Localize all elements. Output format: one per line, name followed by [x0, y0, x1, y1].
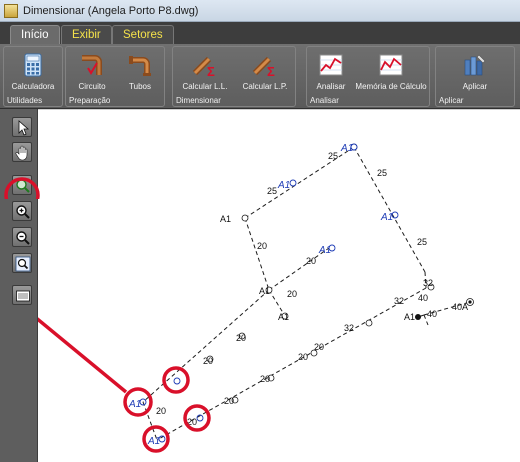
- circuito-button[interactable]: Circuito: [70, 52, 114, 91]
- group-dimensionar: Σ Calcular L.L. Σ Calcular L.P. Dimensio…: [172, 46, 296, 107]
- app-icon: [4, 3, 18, 18]
- dim-label: 20: [287, 289, 297, 299]
- node-label: A1: [404, 312, 415, 322]
- ribbon-tab-bar: Início Exibir Setores: [0, 22, 520, 44]
- outlet-label: A1: [128, 399, 141, 410]
- dim-label: 32: [344, 323, 354, 333]
- zoom-window-icon: [15, 256, 31, 272]
- node-label: A1: [220, 214, 231, 224]
- calcular-lp-button[interactable]: Σ Calcular L.P.: [237, 52, 293, 91]
- group-analisar: Analisar Memória de Cálculo Analisar: [306, 46, 430, 107]
- tab-exibir[interactable]: Exibir: [61, 25, 112, 44]
- ribbon: Calculadora Utilidades Circuito Tubos Pr…: [0, 44, 520, 109]
- junction-node: [415, 314, 421, 320]
- pipe-network-drawing: 25 25 25 25 20 20 20 20 20 20 20 20 20 2…: [38, 143, 474, 453]
- tab-setores[interactable]: Setores: [112, 25, 174, 44]
- dim-label: 40A: [452, 302, 468, 312]
- dim-label: 20: [260, 374, 270, 384]
- sidebar-highlight: [4, 177, 40, 199]
- calculadora-label: Calculadora: [11, 82, 55, 91]
- sum-pipe-icon: Σ: [192, 56, 215, 78]
- aplicar-button[interactable]: Aplicar: [444, 52, 506, 91]
- fitting-node: [241, 214, 249, 222]
- dim-label: 20: [306, 256, 316, 266]
- outlet-tool-button[interactable]: [12, 285, 32, 305]
- svg-text:Σ: Σ: [207, 64, 215, 78]
- outlet-label: A1: [380, 212, 393, 223]
- memoria-calculo-button[interactable]: Memória de Cálculo: [355, 52, 427, 91]
- junction-node: [468, 300, 472, 304]
- title-bar: Dimensionar (Angela Porto P8.dwg): [0, 0, 520, 22]
- tubos-label: Tubos: [129, 82, 151, 91]
- calcular-ll-button[interactable]: Σ Calcular L.L.: [177, 52, 233, 91]
- dim-label: 32: [394, 296, 404, 306]
- group-label-dimensionar: Dimensionar: [176, 96, 221, 105]
- dim-label: 20: [314, 342, 324, 352]
- zoom-in-button[interactable]: [12, 201, 32, 221]
- analisar-label: Analisar: [316, 82, 346, 91]
- sum-pipe-icon: Σ: [252, 56, 275, 78]
- pipe-segment: [142, 289, 270, 403]
- group-label-aplicar: Aplicar: [439, 96, 464, 105]
- dim-label: 20: [298, 352, 308, 362]
- outlet-symbol: [289, 179, 297, 187]
- group-aplicar: Aplicar Aplicar: [435, 46, 515, 107]
- analisar-button[interactable]: Analisar: [311, 52, 351, 91]
- outlet-label: A1: [147, 436, 160, 447]
- apply-books-icon: [464, 54, 486, 76]
- highlight-pointer: [38, 317, 128, 394]
- drawing-canvas[interactable]: 25 25 25 25 20 20 20 20 20 20 20 20 20 2…: [38, 109, 520, 462]
- memoria-calculo-label: Memória de Cálculo: [355, 82, 427, 91]
- calculadora-button[interactable]: Calculadora: [4, 52, 62, 91]
- group-label-analisar: Analisar: [310, 96, 339, 105]
- calcular-ll-label: Calcular L.L.: [182, 82, 228, 91]
- tab-inicio[interactable]: Início: [10, 25, 60, 44]
- calculator-icon: [24, 53, 42, 77]
- zoom-window-button[interactable]: [12, 253, 32, 273]
- dim-label: 25: [328, 151, 338, 161]
- dim-label: 40: [418, 293, 428, 303]
- tubos-button[interactable]: Tubos: [118, 52, 162, 91]
- svg-text:Σ: Σ: [267, 64, 275, 78]
- group-utilidades: Calculadora Utilidades: [3, 46, 63, 107]
- dim-label: 32: [423, 278, 433, 288]
- node-label: A1: [278, 312, 289, 322]
- outlet-label: A1: [277, 180, 290, 191]
- dim-label: 40: [427, 309, 437, 319]
- zoom-out-button[interactable]: [12, 227, 32, 247]
- zoom-out-icon: [16, 231, 30, 245]
- pipe-segment: [353, 146, 426, 273]
- dim-label: 25: [377, 168, 387, 178]
- dim-label: 20: [257, 241, 267, 251]
- outlet-symbol: [173, 377, 181, 385]
- dim-label: 20: [156, 406, 166, 416]
- node-label: A1: [259, 286, 270, 296]
- pipes-icon: [129, 56, 151, 76]
- aplicar-label: Aplicar: [462, 82, 488, 91]
- circuito-label: Circuito: [78, 82, 106, 91]
- line-graph-icon: [379, 54, 403, 76]
- calcular-lp-label: Calcular L.P.: [242, 82, 288, 91]
- dim-label: 20: [236, 333, 246, 343]
- group-label-preparacao: Preparação: [69, 96, 111, 105]
- group-preparacao: Circuito Tubos Preparação: [65, 46, 165, 107]
- dim-label: 20: [224, 396, 234, 406]
- pipe-segment: [244, 217, 270, 291]
- line-graph-icon: [319, 54, 343, 76]
- fitting-node: [365, 319, 373, 327]
- group-label-utilidades: Utilidades: [7, 96, 43, 105]
- dim-label: 20: [203, 356, 213, 366]
- dim-label: 25: [267, 186, 277, 196]
- highlight-circle: [4, 177, 40, 199]
- circuit-pipe-icon: [82, 55, 102, 75]
- window-title: Dimensionar (Angela Porto P8.dwg): [23, 4, 199, 17]
- outlet-block-icon: [16, 290, 30, 302]
- zoom-in-icon: [16, 205, 30, 219]
- dim-label: 25: [417, 237, 427, 247]
